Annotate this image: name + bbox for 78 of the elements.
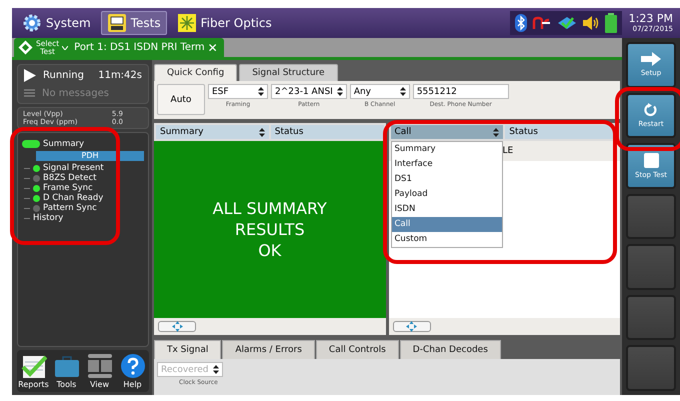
move-icon	[406, 321, 417, 332]
column-header: Status	[505, 125, 618, 139]
menu-item[interactable]: Call	[392, 217, 502, 232]
updown-icon	[493, 128, 500, 136]
starburst-icon	[176, 13, 197, 33]
app-tab[interactable]: Tests	[100, 11, 167, 35]
table-cell: LE	[502, 146, 514, 156]
move-button[interactable]	[158, 321, 196, 332]
bert-icon	[106, 13, 127, 33]
bluetooth-icon	[514, 14, 527, 32]
move-button[interactable]	[392, 321, 430, 332]
column-selector[interactable]: Summary	[156, 125, 269, 139]
move-icon	[172, 321, 182, 332]
menu-item[interactable]: Interface	[392, 157, 502, 172]
updown-icon	[400, 87, 406, 96]
menu-item[interactable]: Payload	[392, 187, 502, 202]
notepad-check-icon	[20, 353, 46, 379]
messages-text: No messages	[42, 88, 109, 99]
tree-item[interactable]: B8ZS Detect	[43, 173, 97, 183]
updown-icon	[258, 128, 265, 136]
updown-icon	[258, 87, 264, 96]
tree-section-header[interactable]: PDH	[36, 151, 144, 161]
column-header: Status	[270, 125, 384, 139]
column-selector[interactable]: Call	[390, 125, 504, 139]
panel-tab[interactable]: Call Controls	[316, 340, 399, 359]
tree-item[interactable]: History	[33, 213, 64, 223]
tree-item[interactable]: D Chan Ready	[43, 193, 104, 203]
help-icon	[120, 353, 146, 379]
layout-icon	[86, 353, 112, 379]
chevron-icon	[62, 46, 68, 50]
empty-soft-key[interactable]	[626, 345, 676, 392]
launcher-button[interactable]: Help	[117, 353, 148, 389]
config-tab[interactable]: Quick Config	[154, 64, 238, 81]
menu-item[interactable]: ISDN	[392, 202, 502, 217]
updown-icon	[213, 365, 219, 374]
clock-time: 1:23 PM	[628, 12, 673, 24]
app-tab[interactable]: Fiber Optics	[170, 11, 278, 35]
dropdown[interactable]: ESF	[208, 84, 268, 99]
close-button[interactable]: ✕	[208, 40, 218, 54]
elapsed-time: 11m:42s	[98, 70, 142, 81]
tree-item[interactable]: Pattern Sync	[43, 203, 97, 213]
test-title: Port 1: DS1 ISDN PRI Term	[74, 42, 205, 53]
speaker-icon	[582, 15, 600, 31]
check-icon	[556, 15, 577, 31]
auto-button[interactable]: Auto	[157, 84, 205, 115]
launcher-button[interactable]: Reports	[18, 353, 49, 389]
phone-number-field[interactable]: 5551212	[412, 84, 509, 99]
summary-indicator	[22, 140, 40, 148]
config-tab[interactable]: Signal Structure	[239, 64, 338, 81]
menu-item[interactable]: DS1	[392, 172, 502, 187]
app-tab[interactable]: System	[16, 11, 97, 35]
restart-icon	[644, 102, 658, 117]
panel-tab[interactable]: D-Chan Decodes	[400, 340, 501, 359]
panel-tab[interactable]: Tx Signal	[154, 340, 222, 359]
stop-icon	[644, 152, 658, 168]
arrow-right-icon	[641, 52, 661, 66]
empty-soft-key[interactable]	[626, 294, 676, 340]
play-icon	[24, 69, 36, 82]
battery-icon	[604, 13, 617, 33]
launcher-button[interactable]: Tools	[51, 353, 82, 389]
summary-message: ALL SUMMARY RESULTS OK	[212, 198, 327, 261]
test-state: Running	[43, 70, 84, 81]
diamond-icon	[18, 40, 33, 55]
updown-icon	[336, 87, 343, 96]
menu-item[interactable]: Custom	[392, 232, 502, 247]
dropdown[interactable]: Any	[350, 84, 410, 99]
tree-item[interactable]: Frame Sync	[43, 183, 93, 193]
menu-item[interactable]: Summary	[392, 142, 502, 157]
tree-item[interactable]: Summary	[43, 139, 84, 149]
panel-tab[interactable]: Alarms / Errors	[222, 340, 315, 359]
dropdown[interactable]: 2^23-1 ANSI	[271, 84, 347, 99]
message-icon	[24, 89, 35, 98]
empty-soft-key[interactable]	[626, 244, 676, 290]
empty-soft-key[interactable]	[626, 194, 676, 240]
gear-icon	[22, 13, 42, 33]
network-icon	[532, 15, 552, 31]
tree-item[interactable]: Signal Present	[43, 163, 104, 173]
launcher-button[interactable]: View	[84, 353, 115, 389]
